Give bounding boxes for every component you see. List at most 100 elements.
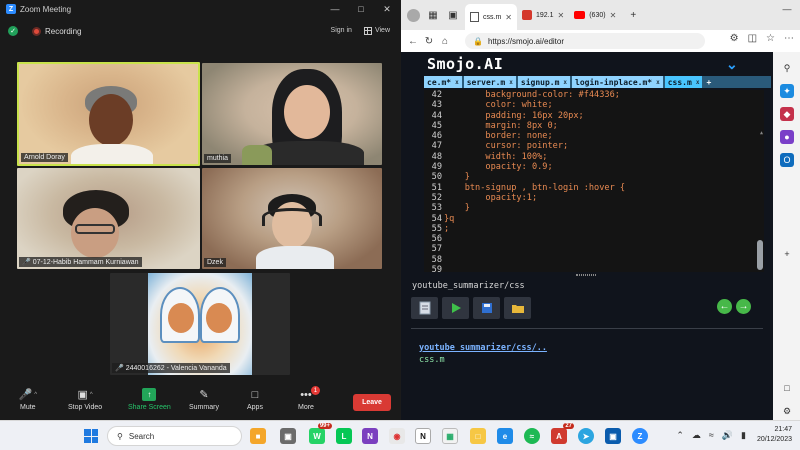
zoom-icon[interactable]: Z [632,428,648,444]
url-field[interactable]: 🔒 https://smojo.ai/editor [465,33,705,49]
taskbar-clock[interactable]: 21:47 20/12/2023 [757,425,792,445]
tab-actions-icon[interactable]: ▣ [445,7,461,23]
close-icon[interactable]: x [509,79,513,86]
close-icon[interactable]: x [696,79,700,86]
split-screen-icon[interactable]: ◫ [748,33,757,44]
close-icon[interactable]: x [656,79,660,86]
video-tile[interactable]: muthia [202,63,382,165]
chrome-icon[interactable]: ◉ [389,428,405,444]
minimize-icon[interactable]: — [322,0,348,18]
taskbar-search[interactable]: ⚲ Search [107,426,242,446]
mute-button[interactable]: 🎤 ^ Mute [19,388,38,411]
pane-resize-handle[interactable] [576,274,596,276]
code-editor[interactable]: 42 background-color: #f44336; 43 color: w… [424,90,764,275]
app-icon[interactable]: A 27 [551,423,574,444]
cloud-icon[interactable]: ☁ [692,430,701,441]
snipping-icon[interactable]: ▣ [605,428,621,444]
tools-icon[interactable]: ◆ [780,107,794,121]
add-icon[interactable]: + [780,247,794,261]
extensions-icon[interactable]: ⚙ [730,33,739,44]
video-tile[interactable]: Arnold Doray [17,62,200,166]
line-icon[interactable]: L [336,428,352,444]
file-tab[interactable]: ce.m* x [424,76,462,88]
code-line[interactable]: 54}q [424,214,764,224]
tab-youtube[interactable]: (630) ✕ [569,4,621,26]
code-line[interactable]: 49 opacity: 0.9; [424,162,764,172]
new-tab-icon[interactable]: + [625,7,641,23]
profile-avatar-icon[interactable] [405,7,421,23]
maximize-icon[interactable]: □ [348,0,374,18]
scrollbar[interactable] [757,240,763,270]
code-line[interactable]: 56 [424,234,764,244]
code-line[interactable]: 45 margin: 8px 0; [424,121,764,131]
battery-icon[interactable]: ▮ [741,430,746,441]
back-icon[interactable]: ← [405,36,421,47]
file-tab-active[interactable]: css.m x [664,76,703,88]
code-line[interactable]: 48 width: 100%; [424,152,764,162]
parent-directory-link[interactable]: youtube_summarizer/css/.. [419,343,547,353]
close-tab-icon[interactable]: ✕ [558,11,565,20]
leave-button[interactable]: Leave [353,394,391,411]
code-line[interactable]: 57 [424,244,764,254]
widgets-icon[interactable]: ■ [250,428,266,444]
file-tab[interactable]: signup.m x [517,76,571,88]
wifi-icon[interactable]: ≈ [709,430,714,441]
home-icon[interactable]: ⌂ [437,36,453,47]
favorites-icon[interactable]: ☆ [766,33,775,44]
arrow-right-icon[interactable]: → [736,299,751,314]
gear-icon[interactable]: ⚙ [780,404,794,418]
tab-ip[interactable]: 192.1 ✕ [517,4,569,26]
outlook-icon[interactable]: O [780,153,794,167]
code-line[interactable]: 52 opacity:1; [424,193,764,203]
apps-button[interactable]: □ Apps [247,388,263,412]
video-tile[interactable]: Dzek [202,168,382,269]
scroll-up-icon[interactable]: ▲ [760,130,763,136]
close-icon[interactable]: ✕ [374,0,400,18]
task-view-icon[interactable]: ▣ [280,428,296,444]
onenote-icon[interactable]: N [362,428,378,444]
arrow-left-icon[interactable]: ← [717,299,732,314]
games-icon[interactable]: ● [780,130,794,144]
code-line[interactable]: 53 } [424,203,764,213]
notion-icon[interactable]: N [415,428,431,444]
settings-more-icon[interactable]: ⋯ [784,33,794,44]
file-tab[interactable]: server.m x [463,76,516,88]
code-line[interactable]: 55; [424,224,764,234]
more-button[interactable]: ••• 1 More [298,386,320,411]
whatsapp-icon[interactable]: W 99+ [309,423,332,444]
new-file-button[interactable] [411,297,438,319]
code-line[interactable]: 46 border: none; [424,131,764,141]
summary-button[interactable]: ✎ Summary [189,388,219,411]
file-list-item[interactable]: css.m [419,355,445,365]
refresh-icon[interactable]: ↻ [421,36,437,47]
chevron-up-icon[interactable]: ⌃ [676,430,684,441]
code-line[interactable]: 58 [424,255,764,265]
view-button[interactable]: View [363,25,390,36]
minimize-icon[interactable]: — [774,0,800,18]
stop-video-button[interactable]: ▣ ^ Stop Video [68,388,102,411]
code-line[interactable]: 44 padding: 16px 20px; [424,111,764,121]
tab-css[interactable]: css.m ✕ [465,4,517,30]
sidebar-layout-icon[interactable]: □ [780,381,794,395]
code-line[interactable]: 42 background-color: #f44336; [424,90,764,100]
code-line[interactable]: 50 } [424,172,764,182]
video-tile[interactable]: 🎤 07-12-Habib Hammam Kurniawan [17,168,200,269]
close-tab-icon[interactable]: ✕ [505,13,512,22]
telegram-icon[interactable]: ➤ [578,428,594,444]
code-line[interactable]: 47 cursor: pointer; [424,141,764,151]
chevron-down-icon[interactable]: ⌄ [726,56,738,73]
close-icon[interactable]: x [455,79,459,86]
edge-icon[interactable]: e [497,428,513,444]
file-explorer-icon[interactable]: □ [470,428,486,444]
copilot-icon[interactable]: ✦ [780,84,794,98]
video-tile[interactable]: 🎤 2440016262 - Valencia Vananda [110,273,290,375]
sign-in-button[interactable]: Sign in [327,25,356,36]
windows-start-icon[interactable] [84,429,98,443]
more-tabs-button[interactable]: + [704,76,714,88]
shield-check-icon[interactable]: ✓ [8,26,18,36]
file-tab[interactable]: login-inplace.m* x [572,76,663,88]
share-screen-button[interactable]: ↑ Share Screen [128,388,171,411]
close-tab-icon[interactable]: ✕ [610,11,617,20]
spotify-icon[interactable]: ≈ [524,428,540,444]
code-line[interactable]: 51 btn-signup , btn-login :hover { [424,183,764,193]
